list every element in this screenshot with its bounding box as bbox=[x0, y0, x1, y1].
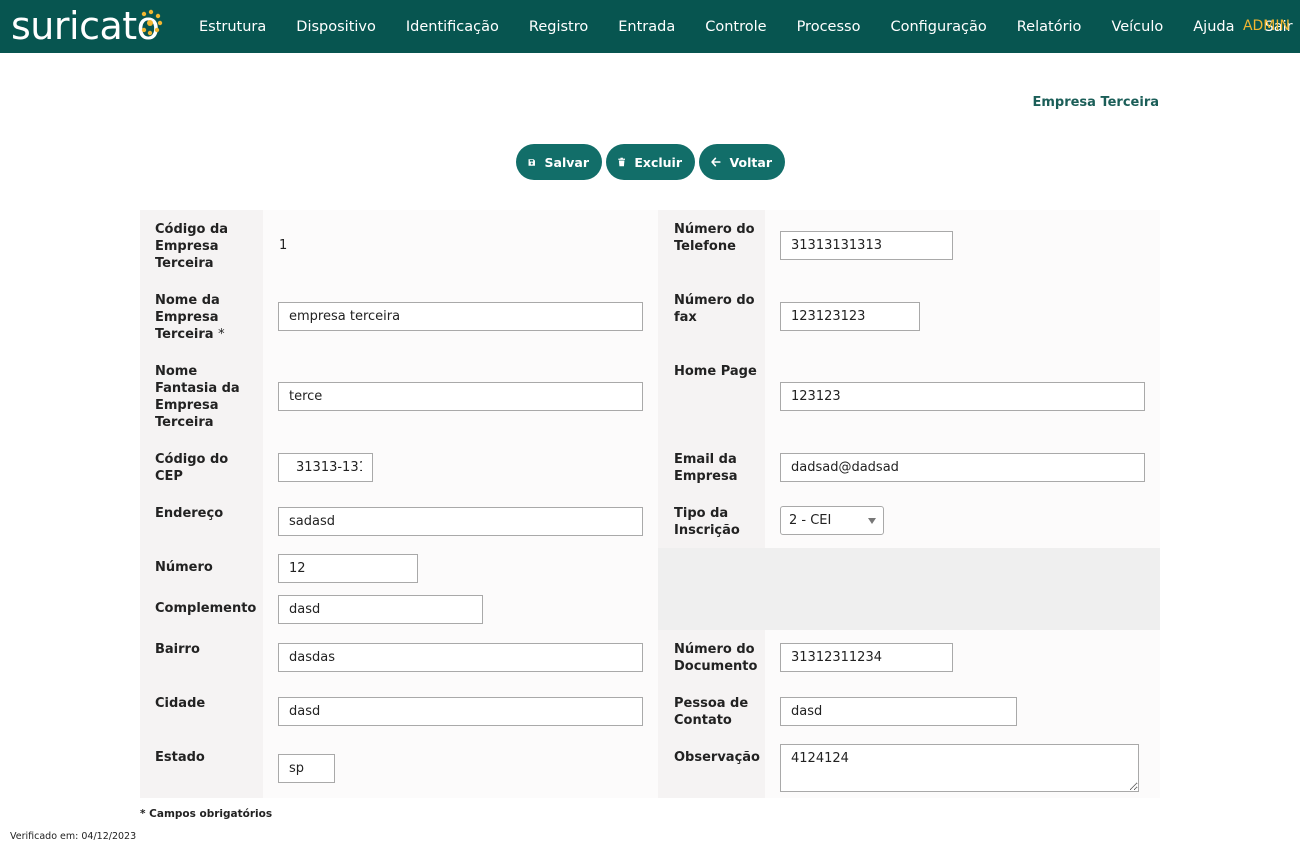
homepage-input[interactable] bbox=[780, 382, 1145, 411]
endereco-label: Endereço bbox=[155, 506, 224, 521]
fantasia-input[interactable] bbox=[278, 382, 643, 411]
back-button-label: Voltar bbox=[729, 154, 772, 170]
verified-date: Verificado em: 04/12/2023 bbox=[10, 831, 137, 842]
nav-item-ajuda[interactable]: Ajuda bbox=[1178, 19, 1249, 35]
company-form: Código da Empresa Terceira 1 Nome da Emp… bbox=[140, 210, 1160, 798]
cep-label: Código do CEP bbox=[155, 452, 229, 484]
complemento-input[interactable] bbox=[278, 595, 483, 624]
nav-item-relatorio[interactable]: Relatório bbox=[1002, 19, 1097, 35]
documento-input[interactable] bbox=[780, 643, 953, 672]
complemento-label: Complemento bbox=[155, 601, 257, 616]
email-input[interactable] bbox=[780, 453, 1145, 482]
codigo-label: Código da Empresa Terceira bbox=[155, 222, 229, 271]
homepage-label: Home Page bbox=[674, 364, 757, 379]
nome-label-text: Nome da Empresa Terceira bbox=[155, 293, 220, 342]
chevron-down-icon bbox=[868, 518, 876, 524]
back-button[interactable]: Voltar bbox=[699, 144, 785, 180]
contato-label: Pessoa de Contato bbox=[674, 696, 749, 728]
estado-input[interactable] bbox=[278, 754, 335, 783]
nav-item-registro[interactable]: Registro bbox=[514, 19, 603, 35]
nav-item-controle[interactable]: Controle bbox=[690, 19, 781, 35]
tipo-select-value: 2 - CEI bbox=[789, 513, 832, 528]
contato-input[interactable] bbox=[780, 697, 1017, 726]
nav-item-estrutura[interactable]: Estrutura bbox=[184, 19, 281, 35]
fax-label: Número do fax bbox=[674, 293, 755, 325]
observacao-textarea[interactable]: 4124124 bbox=[780, 744, 1139, 792]
page-title: Empresa Terceira bbox=[1032, 95, 1159, 110]
nav-item-dispositivo[interactable]: Dispositivo bbox=[281, 19, 391, 35]
empty-block bbox=[658, 548, 1160, 630]
action-toolbar: Salvar Excluir Voltar bbox=[516, 144, 785, 180]
nome-label: Nome da Empresa Terceira * bbox=[155, 292, 255, 343]
tipo-select[interactable]: 2 - CEI bbox=[780, 506, 884, 535]
delete-button-label: Excluir bbox=[634, 154, 682, 170]
top-navbar: suricato Estrutura Dispositivo Identific… bbox=[0, 0, 1300, 53]
nome-input[interactable] bbox=[278, 302, 643, 331]
nav-item-veiculo[interactable]: Veículo bbox=[1096, 19, 1178, 35]
telefone-label: Número do Telefone bbox=[674, 222, 755, 254]
arrow-left-icon bbox=[711, 157, 721, 167]
documento-label: Número do Documento bbox=[674, 642, 758, 674]
bairro-input[interactable] bbox=[278, 643, 643, 672]
estado-label: Estado bbox=[155, 750, 205, 765]
nav-item-configuracao[interactable]: Configuração bbox=[875, 19, 1001, 35]
delete-button[interactable]: Excluir bbox=[606, 144, 695, 180]
save-icon bbox=[528, 158, 535, 166]
telefone-input[interactable] bbox=[780, 231, 953, 260]
save-button-label: Salvar bbox=[544, 154, 589, 170]
nav-item-processo[interactable]: Processo bbox=[782, 19, 876, 35]
save-button[interactable]: Salvar bbox=[516, 144, 602, 180]
numero-input[interactable] bbox=[278, 554, 418, 583]
user-name[interactable]: ADMIN bbox=[1243, 18, 1290, 34]
right-value-column-top bbox=[765, 210, 1160, 548]
codigo-value: 1 bbox=[279, 238, 288, 253]
numero-label: Número bbox=[155, 560, 213, 575]
required-marker: * bbox=[218, 327, 225, 342]
required-fields-note: * Campos obrigatórios bbox=[140, 808, 273, 820]
fantasia-label: Nome Fantasia da Empresa Terceira bbox=[155, 364, 240, 430]
cep-input[interactable] bbox=[278, 453, 373, 482]
fax-input[interactable] bbox=[780, 302, 920, 331]
tipo-label: Tipo da Inscrição bbox=[674, 506, 740, 538]
logo-dots-icon bbox=[141, 9, 163, 36]
cidade-input[interactable] bbox=[278, 697, 643, 726]
main-menu: Estrutura Dispositivo Identificação Regi… bbox=[184, 0, 1300, 53]
endereco-input[interactable] bbox=[278, 507, 643, 536]
nav-item-identificacao[interactable]: Identificação bbox=[391, 19, 514, 35]
observacao-label: Observação bbox=[674, 750, 760, 765]
cidade-label: Cidade bbox=[155, 696, 206, 711]
bairro-label: Bairro bbox=[155, 642, 200, 657]
nav-item-entrada[interactable]: Entrada bbox=[603, 19, 690, 35]
email-label: Email da Empresa bbox=[674, 452, 738, 484]
trash-icon bbox=[618, 157, 626, 167]
